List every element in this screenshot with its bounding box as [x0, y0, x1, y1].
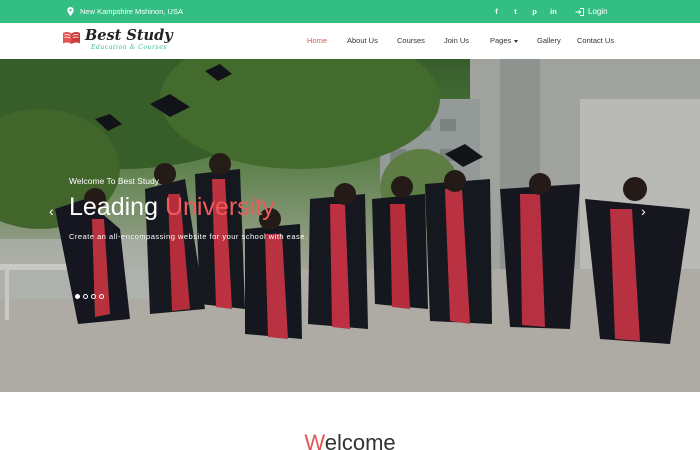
- location-text: New Kampshire Mshinon, USA: [80, 7, 183, 16]
- nav-contact[interactable]: Contact Us: [577, 36, 614, 45]
- hero-title-main: Leading: [69, 193, 158, 221]
- slider-prev-arrow[interactable]: ‹: [49, 204, 54, 218]
- nav-pages[interactable]: Pages: [490, 36, 519, 45]
- slider-next-arrow[interactable]: ›: [641, 204, 646, 218]
- caret-down-icon: [514, 39, 519, 43]
- main-nav: Home About Us Courses Join Us Pages Gall…: [0, 23, 700, 59]
- slider-dot[interactable]: [75, 294, 80, 299]
- linkedin-icon[interactable]: in: [549, 7, 558, 16]
- twitter-icon[interactable]: t: [511, 7, 520, 16]
- welcome-first-letter: W: [304, 430, 325, 450]
- sign-in-icon: [575, 7, 584, 16]
- pinterest-icon[interactable]: p: [530, 7, 539, 16]
- nav-courses[interactable]: Courses: [397, 36, 425, 45]
- main-header: Best Study Education & Courses Home Abou…: [0, 23, 700, 59]
- slider-dot[interactable]: [99, 294, 104, 299]
- map-pin-icon: [67, 7, 74, 16]
- facebook-icon[interactable]: f: [492, 7, 501, 16]
- slider-dot[interactable]: [91, 294, 96, 299]
- nav-pages-label: Pages: [490, 36, 512, 45]
- welcome-rest: elcome: [324, 430, 396, 450]
- slider-dots: [75, 294, 104, 299]
- login-link[interactable]: Login: [575, 0, 608, 23]
- social-links: f t p in: [492, 0, 558, 23]
- location: New Kampshire Mshinon, USA: [67, 0, 183, 23]
- login-label: Login: [588, 7, 608, 16]
- nav-gallery[interactable]: Gallery: [537, 36, 561, 45]
- hero-overlay: [0, 59, 700, 392]
- top-bar: New Kampshire Mshinon, USA f t p in Logi…: [0, 0, 700, 23]
- nav-about[interactable]: About Us: [347, 36, 378, 45]
- hero-description: Create an all-encompassing website for y…: [69, 232, 308, 241]
- hero-slider: ‹ › Welcome To Best Study Leading Univer…: [0, 59, 700, 392]
- welcome-heading: Welcome: [0, 428, 700, 450]
- hero-title-accent: University: [164, 193, 275, 221]
- hero-eyebrow: Welcome To Best Study: [69, 176, 159, 186]
- nav-join[interactable]: Join Us: [444, 36, 469, 45]
- nav-home[interactable]: Home: [307, 36, 327, 45]
- hero-title: Leading University: [69, 192, 275, 222]
- slider-dot[interactable]: [83, 294, 88, 299]
